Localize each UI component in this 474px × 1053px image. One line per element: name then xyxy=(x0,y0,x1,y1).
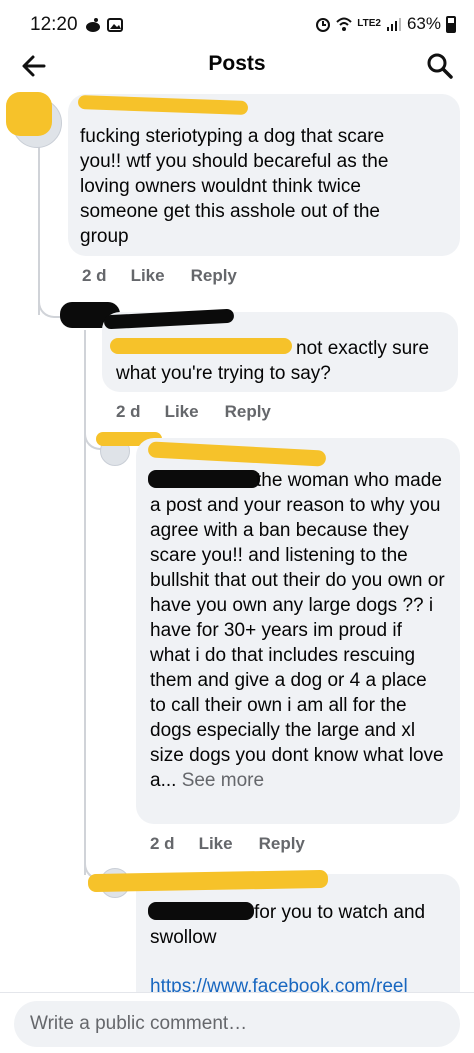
system-icons: LTE2 63% xyxy=(315,14,456,34)
app-notification-icon xyxy=(86,18,100,32)
notification-icons xyxy=(85,17,123,33)
like-button[interactable]: Like xyxy=(165,402,199,422)
network-type: LTE2 xyxy=(357,18,381,29)
signal-icon xyxy=(386,18,401,31)
like-button[interactable]: Like xyxy=(131,266,165,286)
see-more-link[interactable]: See more xyxy=(182,770,264,791)
image-notification-icon xyxy=(107,18,123,32)
comment-placeholder: Write a public comment… xyxy=(30,1013,248,1034)
comment-time[interactable]: 2 d xyxy=(150,834,175,854)
reply-button[interactable]: Reply xyxy=(225,402,271,422)
search-icon[interactable] xyxy=(424,50,456,82)
comment-text: fucking steriotyping a dog that scare yo… xyxy=(80,126,389,247)
comment-actions: 2 d Like Reply xyxy=(82,266,263,286)
reply-button[interactable]: Reply xyxy=(259,834,305,854)
top-app-bar: Posts xyxy=(0,42,474,88)
battery-icon xyxy=(446,15,456,33)
wifi-icon xyxy=(336,17,352,31)
thread-line xyxy=(38,140,40,315)
status-time: 12:20 xyxy=(30,14,78,35)
comment-time[interactable]: 2 d xyxy=(116,402,141,422)
page-title: Posts xyxy=(208,52,266,75)
comment-text: not exactly sure what you're trying to s… xyxy=(116,336,446,386)
comment-actions: 2 d Like Reply xyxy=(150,834,331,854)
comment-composer-bar: Write a public comment… xyxy=(0,992,474,1053)
redaction-mark xyxy=(6,92,52,136)
battery-percent: 63% xyxy=(406,14,441,33)
comment-text: the woman who made a post and your reaso… xyxy=(150,468,446,793)
reply-button[interactable]: Reply xyxy=(191,266,237,286)
comment-actions: 2 d Like Reply xyxy=(116,402,297,422)
alarm-icon xyxy=(316,18,331,32)
comment-text: for you to watch and swollow xyxy=(150,900,446,950)
thread-line xyxy=(84,330,86,875)
comment-input[interactable]: Write a public comment… xyxy=(14,1001,460,1047)
comment-text-body: not exactly sure what you're trying to s… xyxy=(116,338,430,384)
comment-text-body: the woman who made a post and your reaso… xyxy=(150,470,445,791)
comment-time[interactable]: 2 d xyxy=(82,266,107,286)
comment-text-body: for you to watch and swollow xyxy=(150,902,426,948)
like-button[interactable]: Like xyxy=(199,834,233,854)
